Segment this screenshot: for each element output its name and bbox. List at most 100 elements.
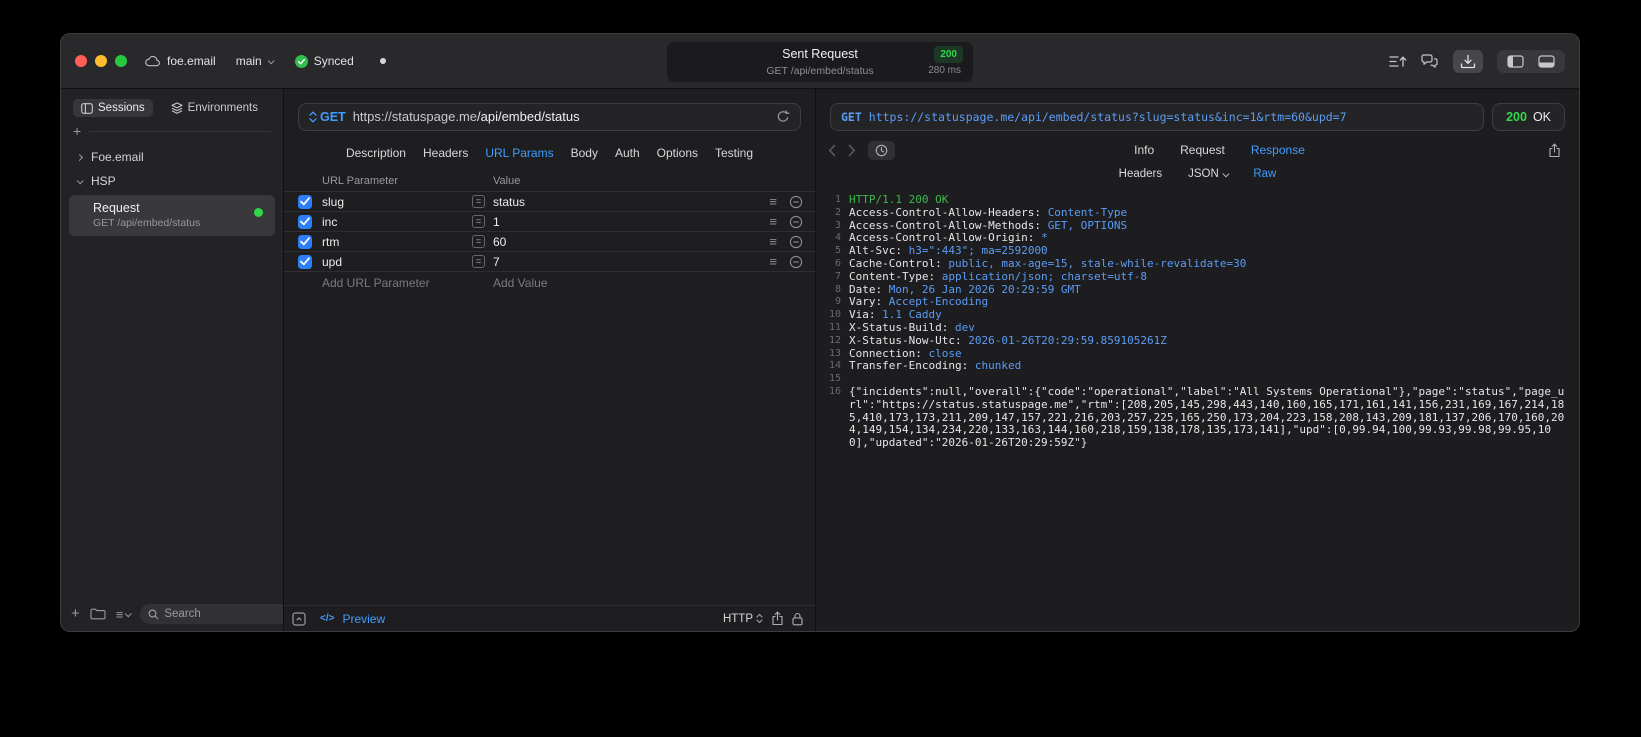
zoom-window-button[interactable]	[115, 55, 127, 67]
code-icon: </>	[320, 613, 335, 624]
preview-button[interactable]: Preview	[342, 612, 385, 626]
line-number: 3	[834, 219, 841, 231]
forward-icon[interactable]	[848, 144, 856, 157]
line-number: 9	[834, 296, 841, 308]
request-list-item-selected[interactable]: Request GET /api/embed/status	[69, 195, 275, 236]
status-text: OK	[1532, 110, 1551, 124]
tab-sessions[interactable]: Sessions	[73, 99, 153, 117]
request-tab-body[interactable]: Body	[571, 146, 598, 160]
equals-icon: =	[472, 255, 485, 268]
line-number: 2	[834, 206, 841, 218]
remove-param-icon[interactable]	[789, 215, 803, 229]
request-summary-pill[interactable]: Sent Request 200 GET /api/embed/status 2…	[667, 42, 973, 82]
add-param-placeholder[interactable]: Add URL Parameter	[322, 276, 472, 290]
session-tree: Foe.email HSP Request GET /api/embed/sta…	[61, 143, 283, 240]
header-value: 1.1 Caddy	[882, 308, 942, 322]
param-value-cell[interactable]: status	[493, 195, 769, 209]
share-icon[interactable]	[771, 611, 784, 626]
response-subtab-raw[interactable]: Raw	[1253, 168, 1276, 180]
param-name-cell[interactable]: inc	[322, 215, 472, 229]
list-options-icon[interactable]: ≡	[115, 606, 133, 622]
reorder-icon[interactable]	[1389, 54, 1407, 69]
param-value-cell[interactable]: 60	[493, 235, 769, 249]
titlebar-actions	[1389, 49, 1565, 73]
minimize-window-button[interactable]	[95, 55, 107, 67]
search-icon	[148, 608, 159, 620]
request-tab-description[interactable]: Description	[346, 146, 406, 160]
drag-handle-icon[interactable]: ≡	[769, 195, 777, 208]
back-icon[interactable]	[828, 144, 836, 157]
toggle-bottom-panel-icon[interactable]	[1538, 54, 1555, 68]
param-value-cell[interactable]: 1	[493, 215, 769, 229]
param-name-cell[interactable]: upd	[322, 255, 472, 269]
toggle-sidebar-icon[interactable]	[1507, 54, 1524, 68]
new-folder-icon[interactable]	[90, 608, 106, 620]
lock-icon[interactable]	[792, 612, 803, 626]
status-code: 200	[1506, 110, 1527, 124]
request-tab-url-params[interactable]: URL Params	[485, 146, 553, 160]
body-text: {"incidents":null,"overall":{"code":"ope…	[849, 384, 1565, 450]
sync-status-label: Synced	[313, 54, 354, 68]
response-subtab-json[interactable]: JSON	[1188, 168, 1229, 180]
header-value: chunked	[974, 359, 1022, 373]
param-value-cell[interactable]: 7	[493, 255, 769, 269]
add-session-icon[interactable]: +	[73, 124, 81, 138]
response-subtab-headers[interactable]: Headers	[1119, 168, 1162, 180]
url-path: /api/embed/status	[477, 109, 580, 124]
remove-param-icon[interactable]	[789, 235, 803, 249]
add-request-icon[interactable]: +	[71, 606, 80, 621]
equals-icon: =	[472, 235, 485, 248]
request-tab-auth[interactable]: Auth	[615, 146, 640, 160]
remove-param-icon[interactable]	[789, 195, 803, 209]
tree-item-foe-email[interactable]: Foe.email	[61, 145, 283, 169]
drag-handle-icon[interactable]: ≡	[769, 255, 777, 268]
header-name: Vary:	[849, 295, 889, 309]
request-tab-options[interactable]: Options	[657, 146, 698, 160]
line-number: 7	[834, 270, 841, 282]
sync-status-button[interactable]: Synced	[294, 54, 354, 68]
close-window-button[interactable]	[75, 55, 87, 67]
request-url-text: https://statuspage.me/api/embed/status	[353, 108, 580, 126]
refresh-icon[interactable]	[776, 110, 790, 124]
tree-item-label: Foe.email	[91, 150, 144, 164]
remove-param-icon[interactable]	[789, 255, 803, 269]
param-checkbox-checked[interactable]	[298, 194, 312, 209]
drag-handle-icon[interactable]: ≡	[769, 215, 777, 228]
environments-icon	[171, 102, 183, 114]
http-version-selector[interactable]: HTTP	[723, 613, 763, 625]
export-response-icon[interactable]	[1544, 141, 1565, 160]
params-table-header: URL Parameter Value	[284, 170, 815, 192]
param-checkbox-checked[interactable]	[298, 234, 312, 249]
comments-icon[interactable]	[1421, 53, 1439, 69]
header-value: Content-Type	[1047, 205, 1128, 219]
param-checkbox-checked[interactable]	[298, 214, 312, 229]
add-value-placeholder[interactable]: Add Value	[493, 276, 548, 290]
param-name-cell[interactable]: slug	[322, 195, 472, 209]
response-tab-request[interactable]: Request	[1180, 143, 1225, 157]
expand-console-icon[interactable]	[292, 611, 306, 626]
tree-item-hsp[interactable]: HSP	[61, 169, 283, 193]
request-url-field[interactable]: GET https://statuspage.me/api/embed/stat…	[298, 103, 801, 131]
request-status-dot	[254, 208, 263, 217]
drag-handle-icon[interactable]: ≡	[769, 235, 777, 248]
header-name: Date:	[849, 282, 889, 296]
import-tray-icon[interactable]	[1453, 49, 1483, 73]
list-icon: ≡	[115, 606, 124, 622]
param-name-cell[interactable]: rtm	[322, 235, 472, 249]
response-tab-response[interactable]: Response	[1251, 143, 1305, 157]
request-tab-headers[interactable]: Headers	[423, 146, 468, 160]
param-checkbox-checked[interactable]	[298, 254, 312, 269]
request-tab-testing[interactable]: Testing	[715, 146, 753, 160]
tab-environments[interactable]: Environments	[163, 99, 266, 117]
history-clock-icon[interactable]	[868, 140, 895, 160]
cloud-project-label: foe.email	[167, 54, 216, 68]
response-tab-info[interactable]: Info	[1134, 143, 1154, 157]
branch-selector[interactable]: main	[236, 54, 275, 68]
method-selector[interactable]: GET	[309, 110, 346, 124]
response-nav-row: Info Request Response	[816, 137, 1579, 163]
method-stepper-icon	[309, 111, 317, 123]
cloud-project-button[interactable]: foe.email	[145, 54, 216, 68]
add-param-row[interactable]: Add URL Parameter Add Value	[284, 272, 815, 293]
param-row: rtm = 60 ≡	[284, 232, 815, 252]
